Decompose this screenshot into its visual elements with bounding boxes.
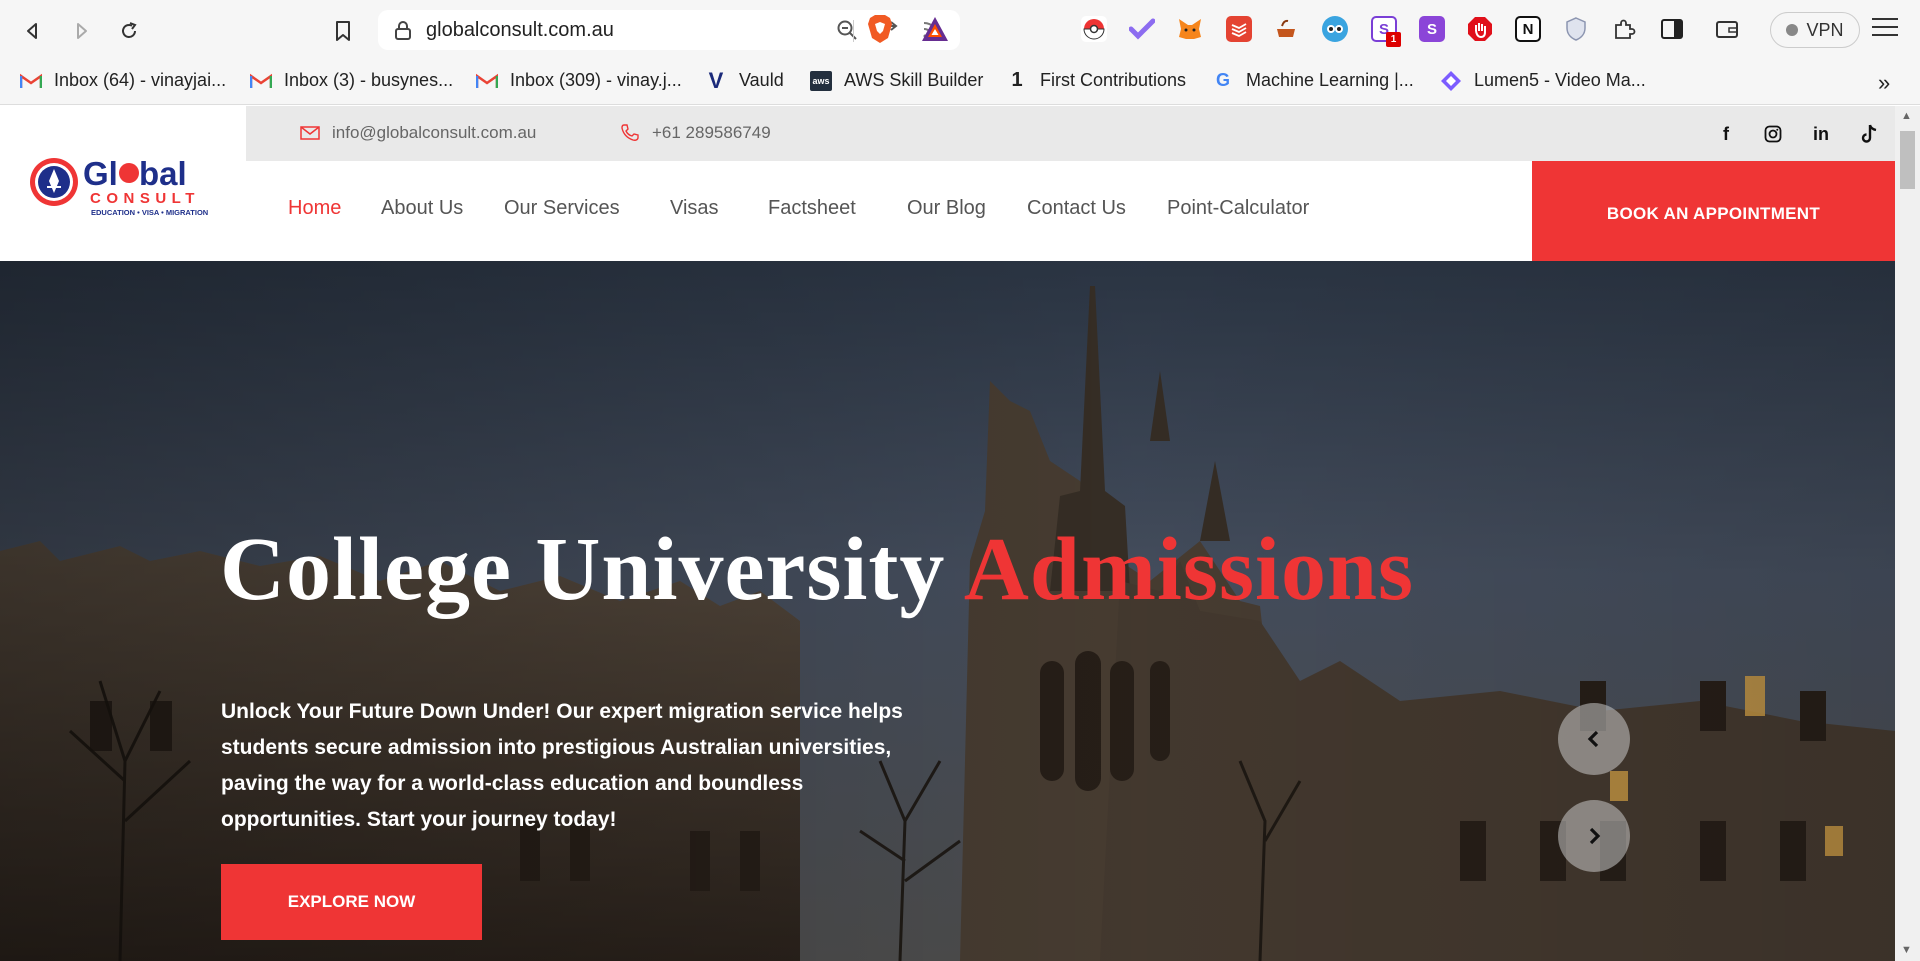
bookmark-item[interactable]: G Machine Learning |... (1212, 70, 1414, 91)
gmail-icon (20, 71, 42, 91)
hero-title-accent: Admissions (963, 520, 1415, 619)
bookmark-item[interactable]: 1 First Contributions (1006, 69, 1187, 91)
hero-description: Unlock Your Future Down Under! Our exper… (221, 700, 903, 831)
bookmark-label: First Contributions (1040, 70, 1187, 90)
gmail-icon (476, 71, 498, 91)
contact-topbar: info@globalconsult.com.au +61 289586749 … (246, 106, 1895, 161)
url-text[interactable]: globalconsult.com.au (426, 19, 834, 42)
svg-text:Gl: Gl (83, 155, 118, 192)
notion-icon[interactable]: N (1515, 16, 1541, 42)
zoom-icon[interactable] (834, 17, 860, 43)
bookmark-label: Inbox (64) - vinayjai... (54, 70, 227, 90)
page-scrollbar[interactable]: ▲ ▼ (1895, 106, 1920, 961)
nav-home[interactable]: Home (288, 197, 341, 220)
nav-about-us[interactable]: About Us (381, 197, 463, 220)
check-extension-icon[interactable] (1129, 16, 1155, 42)
explore-now-button[interactable]: EXPLORE NOW (221, 864, 482, 940)
envelope-icon (300, 126, 320, 140)
linkedin-icon[interactable]: in (1809, 122, 1833, 146)
chevron-left-icon (1587, 730, 1599, 748)
pokeball-extension-icon[interactable] (1081, 16, 1107, 42)
bookmark-item[interactable]: Inbox (64) - vinayjai... (20, 70, 226, 91)
phone-text: +61 289586749 (652, 123, 771, 142)
email-text: info@globalconsult.com.au (332, 123, 537, 142)
chevron-right-icon (1589, 827, 1601, 845)
bookmark-label: Inbox (309) - vinay.j... (510, 70, 682, 90)
scroll-up-icon[interactable]: ▲ (1901, 110, 1912, 122)
puzzle-icon[interactable] (1611, 16, 1637, 42)
email-contact[interactable]: info@globalconsult.com.au (300, 123, 536, 143)
bookmark-label: Machine Learning |... (1246, 70, 1414, 90)
bookmark-item[interactable]: Inbox (3) - busynes... (250, 70, 453, 91)
book-appointment-button[interactable]: BOOK AN APPOINTMENT (1532, 161, 1895, 267)
sidebar-icon[interactable] (1659, 16, 1685, 42)
bookmark-label: AWS Skill Builder (844, 70, 984, 90)
facebook-icon[interactable]: f (1714, 122, 1738, 146)
todoist-icon[interactable] (1226, 16, 1252, 42)
vauld-icon: V (708, 67, 724, 93)
nav-factsheet[interactable]: Factsheet (768, 197, 856, 220)
vpn-status-dot (1786, 24, 1799, 36)
hamburger-menu-icon[interactable] (1872, 18, 1898, 42)
bat-rewards-icon[interactable] (920, 15, 950, 43)
bookmark-label: Vauld (739, 70, 784, 90)
extension-badge: 1 (1386, 32, 1401, 47)
scrollbar-thumb[interactable] (1900, 131, 1915, 189)
hero-title-main: College University (220, 520, 946, 619)
google-icon: G (1215, 70, 1230, 90)
bookmarks-overflow[interactable]: » (1878, 70, 1890, 96)
forward-icon[interactable] (64, 14, 98, 48)
coffee-extension-icon[interactable] (1274, 16, 1300, 42)
svg-text:EDUCATION • VISA • MIGRATION: EDUCATION • VISA • MIGRATION (91, 208, 208, 217)
svg-text:CONSULT: CONSULT (90, 190, 200, 207)
bookmark-item[interactable]: aws AWS Skill Builder (810, 70, 983, 91)
s-purple-extension-icon[interactable]: S (1419, 16, 1445, 42)
slider-prev-button[interactable] (1558, 703, 1630, 775)
lumen5-icon (1440, 70, 1462, 91)
wallet-icon[interactable] (1714, 16, 1740, 42)
brave-shield-icon[interactable] (866, 14, 894, 44)
nav-our-blog[interactable]: Our Blog (907, 197, 986, 220)
slider-next-button[interactable] (1558, 800, 1630, 872)
browser-toolbar: globalconsult.com.au S 1 S N VPN (0, 0, 1920, 60)
hero-slider: College University Admissions Unlock You… (0, 261, 1895, 961)
vpn-label: VPN (1806, 19, 1844, 40)
svg-text:bal: bal (139, 155, 187, 192)
vpn-button[interactable]: VPN (1770, 12, 1860, 48)
tiktok-icon[interactable] (1857, 122, 1881, 146)
bookmark-item[interactable]: Inbox (309) - vinay.j... (476, 70, 682, 91)
nav-our-services[interactable]: Our Services (504, 197, 620, 220)
back-icon[interactable] (16, 14, 50, 48)
site-navbar: Home About Us Our Services Visas Factshe… (0, 161, 1895, 267)
nav-point-calculator[interactable]: Point-Calculator (1167, 197, 1309, 220)
bookmark-label: Inbox (3) - busynes... (284, 70, 454, 90)
scroll-down-icon[interactable]: ▼ (1901, 944, 1912, 956)
shield-extension-icon[interactable] (1563, 16, 1589, 42)
instagram-icon[interactable] (1761, 122, 1785, 146)
bookmark-label: Lumen5 - Video Ma... (1474, 70, 1646, 90)
bookmark-icon[interactable] (326, 14, 360, 48)
lock-icon (395, 21, 411, 40)
bookmark-item[interactable]: V Vauld (705, 67, 784, 93)
site-logo[interactable]: Gl bal CONSULT EDUCATION • VISA • MIGRAT… (28, 151, 218, 221)
metamask-icon[interactable] (1177, 16, 1203, 42)
first-contributions-icon: 1 (1011, 69, 1023, 91)
gmail-icon (250, 71, 272, 91)
owl-extension-icon[interactable] (1322, 16, 1348, 42)
reload-icon[interactable] (112, 14, 146, 48)
aws-icon: aws (810, 70, 832, 91)
nav-visas[interactable]: Visas (670, 197, 719, 220)
hero-title: College University Admissions (220, 518, 1414, 621)
nav-contact-us[interactable]: Contact Us (1027, 197, 1126, 220)
website: Home About Us Our Services Visas Factshe… (0, 106, 1895, 961)
adblock-icon[interactable] (1467, 16, 1493, 42)
phone-icon (621, 124, 639, 141)
bookmarks-bar: Inbox (64) - vinayjai... Inbox (3) - bus… (0, 60, 1920, 105)
bookmark-item[interactable]: Lumen5 - Video Ma... (1440, 70, 1646, 91)
phone-contact[interactable]: +61 289586749 (620, 123, 771, 143)
